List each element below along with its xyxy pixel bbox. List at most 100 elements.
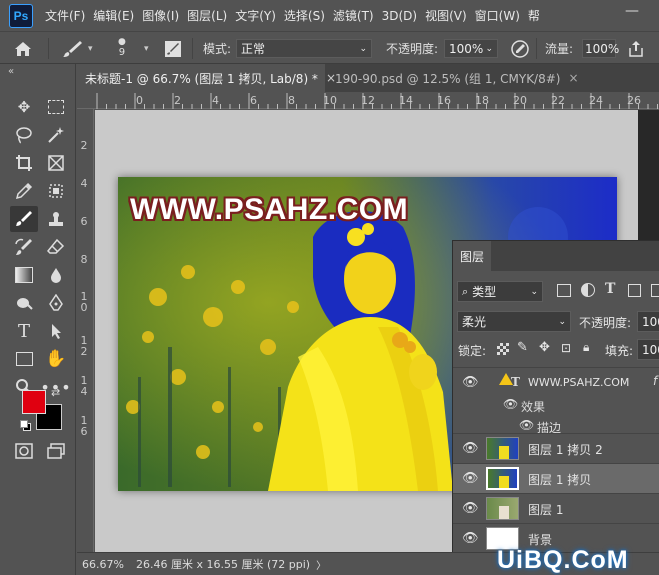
share-button[interactable]	[628, 32, 644, 65]
ruler-label: 10	[323, 94, 337, 107]
ruler-label: 4	[212, 94, 219, 107]
pressure-pen-icon	[511, 39, 529, 58]
lock-all-icon[interactable]: 🔒︎	[583, 340, 589, 355]
magic-wand-tool-icon[interactable]	[42, 122, 70, 148]
close-icon[interactable]: ×	[568, 71, 578, 85]
ruler-label: 16	[437, 94, 451, 107]
visibility-eye-icon[interactable]: 👁︎	[519, 418, 534, 432]
chevron-down-icon: ⌄	[359, 43, 367, 54]
smart-object-filter-icon[interactable]	[651, 284, 659, 297]
brush-tool-icon[interactable]	[10, 206, 38, 232]
layers-panel: 图层 ⌕ 类型 ⌄ T 柔光 ⌄ 不透明度: 100 锁定: ✎ ✥ ⊡ 🔒︎ …	[452, 240, 659, 552]
move-tool-icon[interactable]: ✥	[10, 94, 38, 120]
history-brush-tool-icon[interactable]	[10, 234, 38, 260]
lock-pixels-icon[interactable]: ✎	[517, 340, 528, 355]
layer-row[interactable]: 👁︎ 图层 1	[453, 493, 659, 523]
layer-filter-row: ⌕ 类型 ⌄ T	[453, 279, 659, 305]
ruler-label: 2	[80, 139, 88, 152]
foreground-color-swatch[interactable]	[22, 390, 46, 414]
crop-tool-icon[interactable]	[10, 150, 38, 176]
eraser-tool-icon[interactable]	[42, 234, 70, 260]
layer-name: 图层 1 拷贝 2	[528, 443, 603, 457]
mode-label: 模式:	[203, 42, 232, 56]
frame-tool-icon[interactable]	[42, 150, 70, 176]
opacity-label: 不透明度:	[579, 316, 632, 330]
blur-tool-icon[interactable]	[42, 262, 70, 288]
menu-3d[interactable]: 3D(D)	[378, 9, 421, 23]
type-filter-icon[interactable]: T	[605, 281, 615, 297]
zoom-level[interactable]: 66.67%	[82, 558, 130, 571]
brush-preset-picker[interactable]: ▾	[62, 32, 93, 65]
watermark-text-layer: WWW.PSAHZ.COM	[130, 193, 409, 226]
menu-help[interactable]: 帮	[524, 7, 544, 24]
photoshop-logo-icon: Ps	[9, 3, 33, 28]
pressure-opacity-toggle[interactable]	[510, 32, 530, 65]
lasso-tool-icon[interactable]	[10, 122, 38, 148]
opacity-field[interactable]: 100% ⌄	[444, 39, 498, 58]
swap-colors-icon[interactable]: ⇄	[51, 386, 60, 399]
layer-thumbnail	[486, 467, 519, 490]
home-button[interactable]	[14, 32, 32, 65]
menu-window[interactable]: 窗口(W)	[471, 7, 524, 24]
fx-icon[interactable]: f	[653, 374, 657, 388]
visibility-eye-icon[interactable]: 👁︎	[462, 375, 479, 390]
minimize-button[interactable]: —	[621, 3, 643, 25]
rectangle-tool-icon[interactable]	[10, 346, 38, 372]
lock-artboard-icon[interactable]: ⊡	[561, 341, 571, 355]
visibility-eye-icon[interactable]: 👁︎	[503, 397, 518, 411]
clone-stamp-tool-icon[interactable]	[42, 206, 70, 232]
default-colors-icon[interactable]	[20, 420, 31, 431]
hand-tool-icon[interactable]: ✋	[42, 346, 70, 372]
menu-filter[interactable]: 滤镜(T)	[329, 7, 378, 24]
fill-label: 填充:	[605, 344, 634, 358]
text-layer-row[interactable]: 👁︎ T WWW.PSAHZ.COM f 👁︎ 效果 👁︎ 描边	[453, 367, 659, 443]
tab-190-90-psd[interactable]: 190-90.psd @ 12.5% (组 1, CMYK/8#) ×	[327, 64, 587, 92]
shape-filter-icon[interactable]	[628, 284, 641, 297]
brush-tip-icon: ●	[118, 37, 126, 47]
visibility-eye-icon[interactable]: 👁︎	[462, 471, 479, 486]
layer-opacity-field[interactable]: 100	[637, 311, 659, 332]
menu-file[interactable]: 文件(F)	[41, 7, 89, 24]
screen-mode-icon[interactable]	[42, 438, 70, 464]
menu-layer[interactable]: 图层(L)	[183, 7, 231, 24]
lock-position-icon[interactable]: ✥	[539, 340, 550, 355]
image-filter-icon[interactable]	[557, 284, 571, 297]
gradient-tool-icon[interactable]	[10, 262, 38, 288]
layer-row-selected[interactable]: 👁︎ 图层 1 拷贝	[453, 463, 659, 493]
object-select-tool-icon[interactable]	[42, 178, 70, 204]
path-select-tool-icon[interactable]	[42, 318, 70, 344]
brush-settings-toggle[interactable]	[164, 32, 182, 65]
tab-layers[interactable]: 图层	[453, 241, 491, 271]
quick-mask-icon[interactable]	[10, 438, 38, 464]
ruler-label: 14	[399, 94, 413, 107]
adjustment-filter-icon[interactable]	[581, 283, 595, 297]
fill-field[interactable]: 100	[637, 339, 659, 360]
layer-kind-filter[interactable]: ⌕ 类型 ⌄	[457, 281, 543, 302]
menu-select[interactable]: 选择(S)	[280, 7, 329, 24]
menu-edit[interactable]: 编辑(E)	[89, 7, 138, 24]
type-tool-icon[interactable]: T	[10, 318, 38, 344]
menu-view[interactable]: 视图(V)	[421, 7, 471, 24]
brush-size-picker[interactable]: ● 9	[118, 32, 126, 65]
pen-tool-icon[interactable]	[42, 290, 70, 316]
eyedropper-tool-icon[interactable]	[10, 178, 38, 204]
marquee-tool-icon[interactable]	[42, 94, 70, 120]
menu-image[interactable]: 图像(I)	[138, 7, 183, 24]
visibility-eye-icon[interactable]: 👁︎	[462, 531, 479, 546]
lock-transparency-icon[interactable]	[497, 343, 509, 355]
flow-field[interactable]: 100%	[582, 39, 619, 58]
chevron-down-icon: ⌄	[530, 286, 538, 297]
blend-mode-select[interactable]: 柔光 ⌄	[457, 311, 571, 332]
dodge-tool-icon[interactable]	[10, 290, 38, 316]
menu-type[interactable]: 文字(Y)	[231, 7, 280, 24]
visibility-eye-icon[interactable]: 👁︎	[462, 501, 479, 516]
tab-label: 190-90.psd @ 12.5% (组 1, CMYK/8#)	[335, 71, 561, 86]
tab-untitled-1[interactable]: 未标题-1 @ 66.7% (图层 1 拷贝, Lab/8) * ×	[77, 64, 336, 92]
visibility-eye-icon[interactable]: 👁︎	[462, 441, 479, 456]
document-tabs: 未标题-1 @ 66.7% (图层 1 拷贝, Lab/8) * × 190-9…	[77, 64, 659, 92]
collapse-panel-icon[interactable]: «	[8, 66, 14, 77]
status-menu-arrow[interactable]: 〉	[316, 557, 326, 572]
mode-select[interactable]: 正常 ⌄	[236, 39, 372, 58]
layer-row[interactable]: 👁︎ 图层 1 拷贝 2	[453, 433, 659, 463]
ruler-label: 18	[475, 94, 489, 107]
